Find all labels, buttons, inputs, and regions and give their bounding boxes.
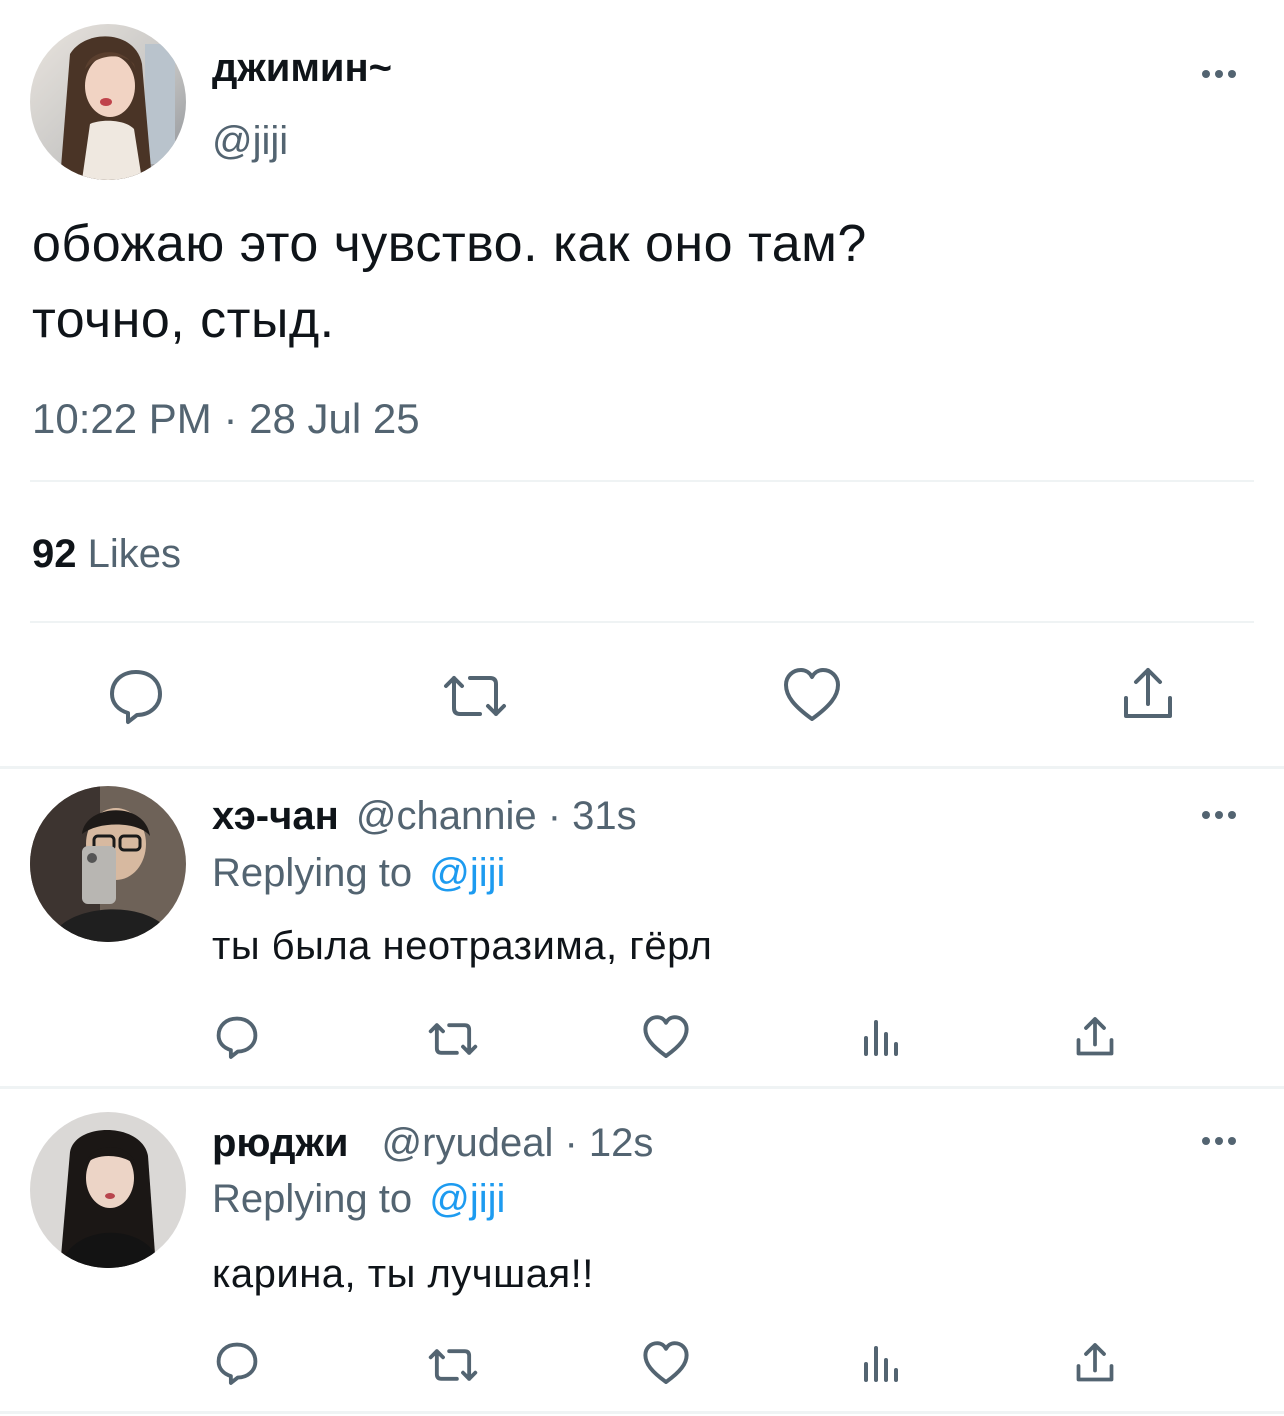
retweet-icon[interactable] [440, 670, 510, 722]
reply-icon[interactable] [214, 1014, 260, 1060]
reply-icon[interactable] [106, 666, 166, 726]
reply-handle-time[interactable]: @channie · 31s [356, 794, 637, 838]
like-icon[interactable] [642, 1014, 690, 1060]
more-icon[interactable] [1202, 70, 1236, 78]
tweet-text-line-1: обожаю это чувство. как оно там? [32, 215, 867, 273]
author-display-name[interactable]: джимин~ [212, 44, 392, 92]
reply-avatar[interactable] [30, 786, 186, 942]
divider [30, 480, 1254, 482]
divider [30, 621, 1254, 623]
like-icon[interactable] [782, 666, 842, 724]
section-divider [0, 766, 1284, 769]
section-divider [0, 1086, 1284, 1089]
reply-display-name[interactable]: рюджи [212, 1121, 348, 1165]
reply-header: рюджи @ryudeal · 12s [212, 1119, 653, 1167]
share-icon[interactable] [1074, 1014, 1116, 1060]
likes-label: Likes [87, 532, 182, 576]
replying-prefix: Replying to [212, 851, 413, 895]
section-divider [0, 1411, 1284, 1414]
likes-count: 92 [32, 532, 77, 576]
more-icon[interactable] [1202, 1137, 1236, 1145]
views-icon[interactable] [860, 1016, 904, 1058]
replying-to: Replying to @jiji [212, 849, 505, 897]
replying-to: Replying to @jiji [212, 1175, 505, 1223]
reply-icon[interactable] [214, 1340, 260, 1386]
reply-display-name[interactable]: хэ-чан [212, 794, 339, 838]
views-icon[interactable] [860, 1342, 904, 1384]
retweet-icon[interactable] [426, 1345, 480, 1385]
share-icon[interactable] [1120, 664, 1176, 724]
reply-text: ты была неотразима, гёрл [212, 924, 713, 968]
replying-prefix: Replying to [212, 1177, 413, 1221]
replying-handle-link[interactable]: @jiji [429, 851, 505, 895]
author-handle[interactable]: @jiji [212, 117, 288, 165]
reply-avatar[interactable] [30, 1112, 186, 1268]
tweet-timestamp[interactable]: 10:22 PM · 28 Jul 25 [32, 394, 420, 444]
more-icon[interactable] [1202, 811, 1236, 819]
like-icon[interactable] [642, 1340, 690, 1386]
share-icon[interactable] [1074, 1340, 1116, 1386]
reply-header: хэ-чан @channie · 31s [212, 792, 637, 840]
replying-handle-link[interactable]: @jiji [429, 1177, 505, 1221]
author-avatar[interactable] [30, 24, 186, 180]
retweet-icon[interactable] [426, 1019, 480, 1059]
reply-handle-time[interactable]: @ryudeal · 12s [382, 1121, 654, 1165]
likes-stat[interactable]: 92 Likes [32, 530, 181, 578]
reply-text: карина, ты лучшая!! [212, 1252, 594, 1296]
tweet-text-line-2: точно, стыд. [32, 291, 335, 349]
